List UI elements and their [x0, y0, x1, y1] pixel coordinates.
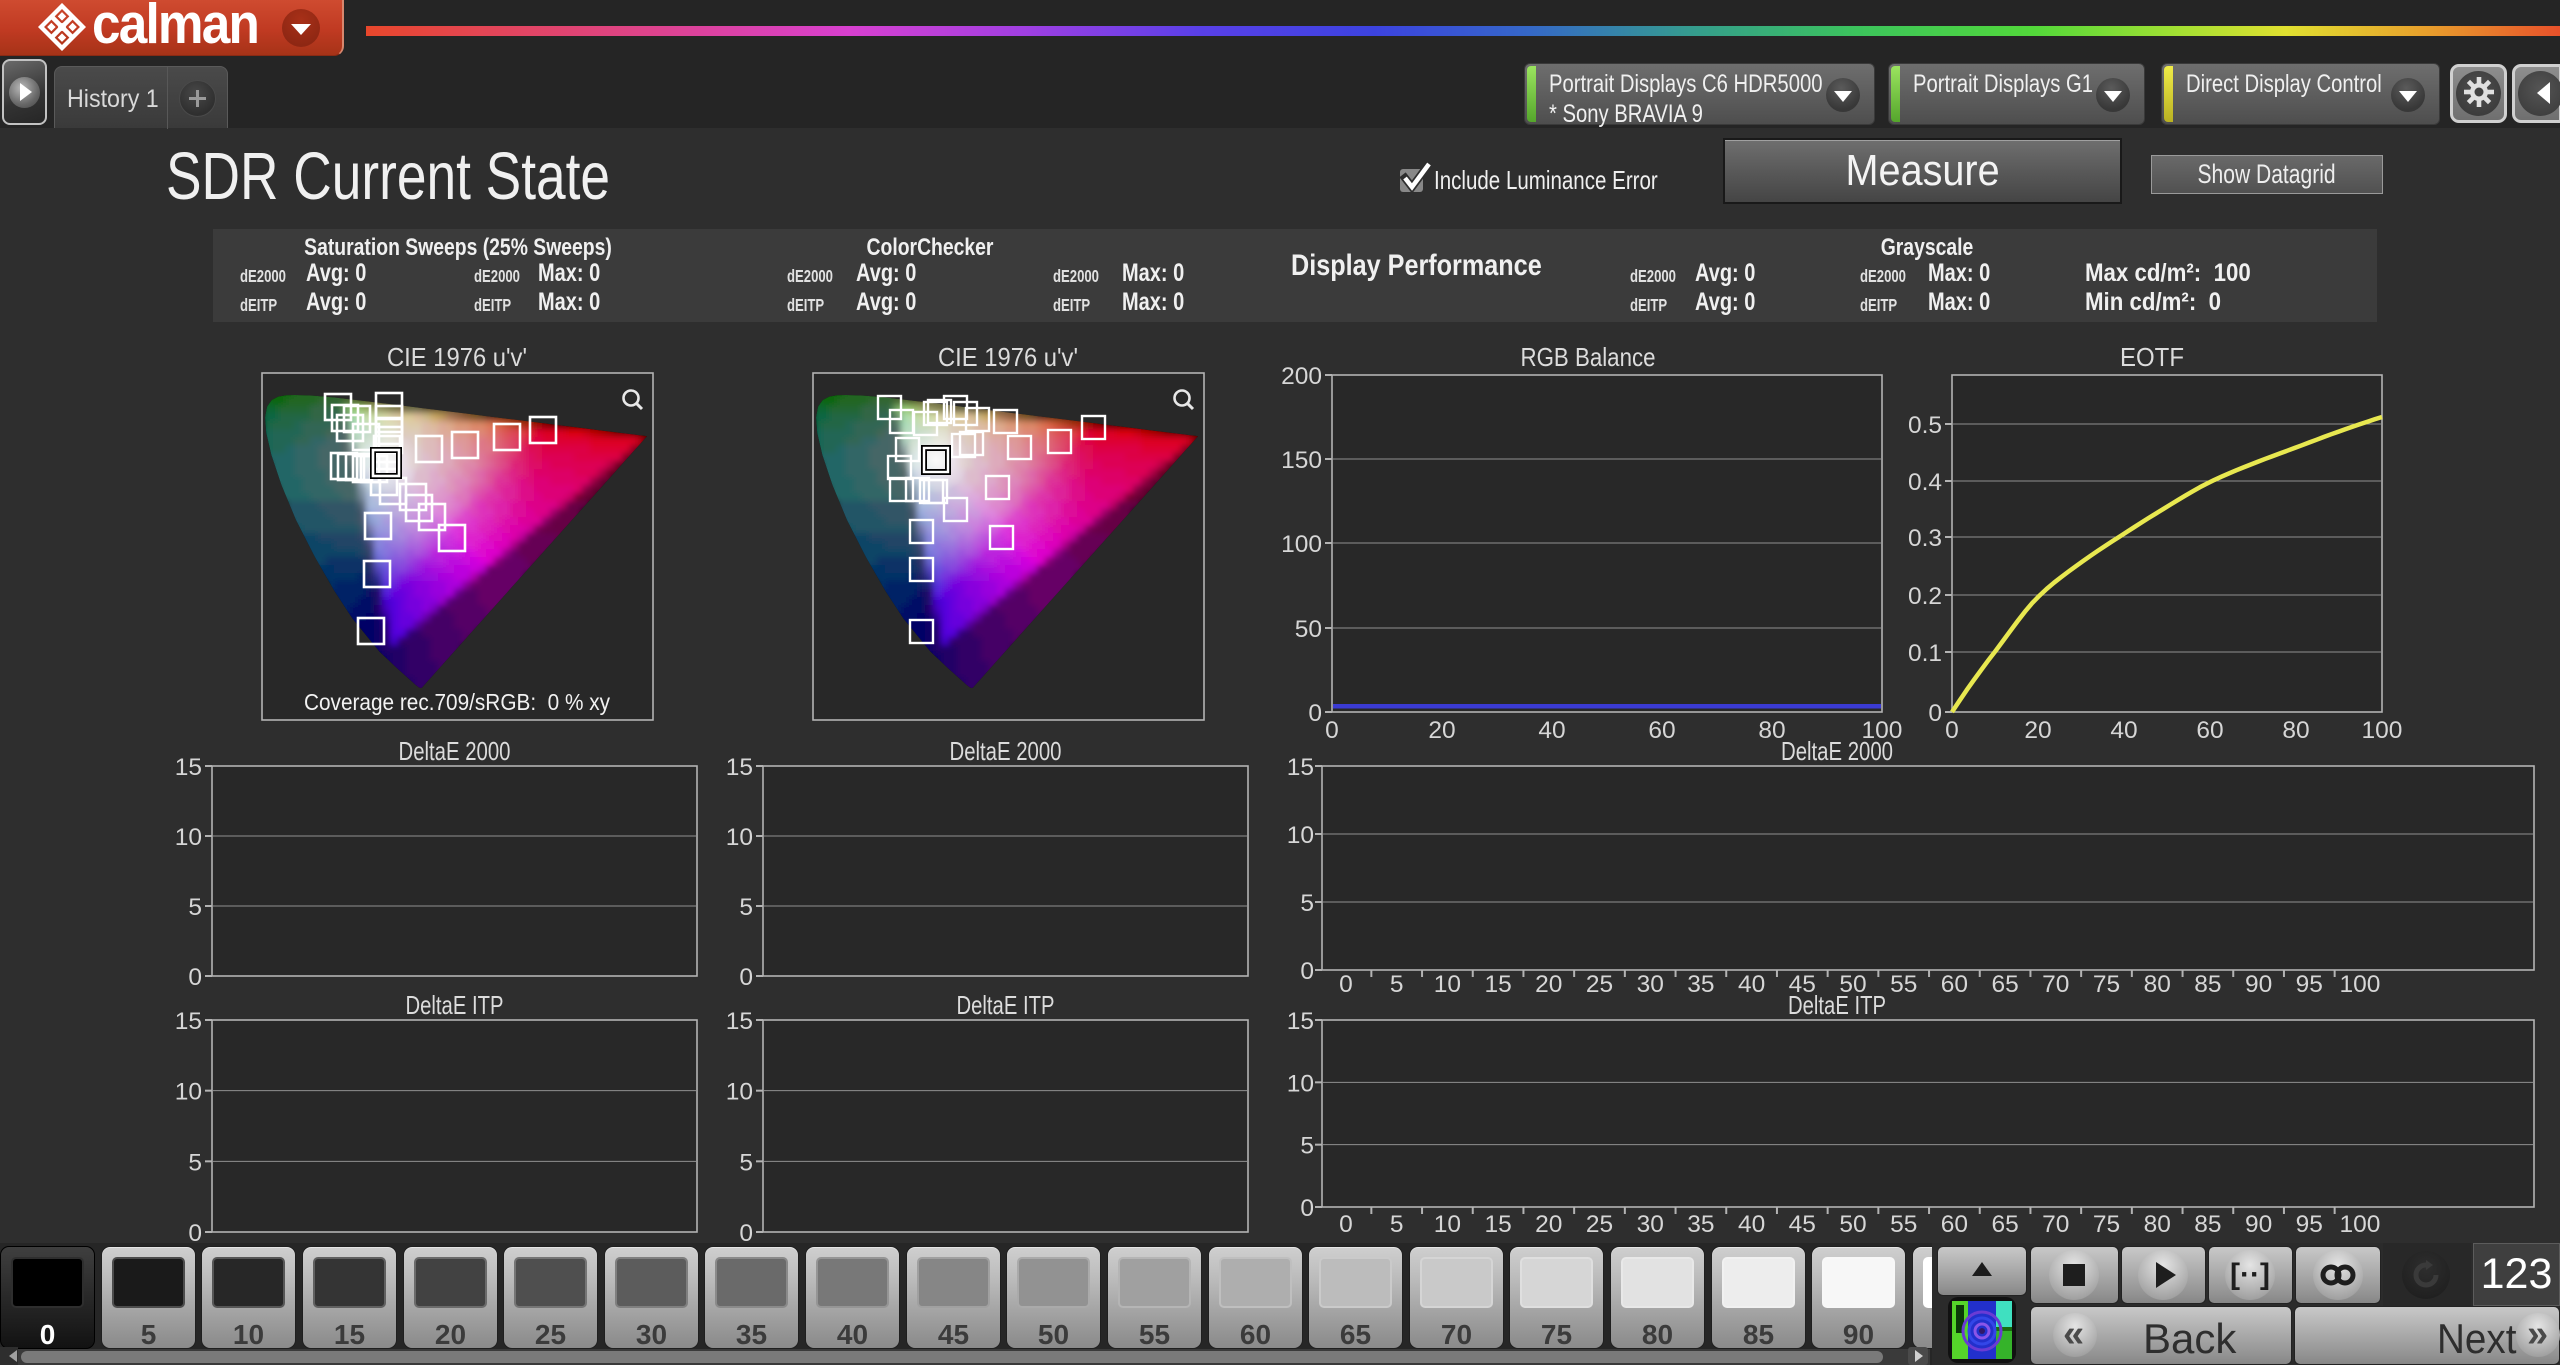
svg-text:15: 15 — [1287, 754, 1314, 781]
svg-text:30: 30 — [1637, 971, 1664, 998]
svg-text:5: 5 — [1390, 1211, 1404, 1238]
svg-text:10: 10 — [1287, 822, 1314, 849]
svg-text:55: 55 — [1890, 971, 1917, 998]
svg-text:20: 20 — [2024, 717, 2051, 744]
svg-text:10: 10 — [1434, 1211, 1461, 1238]
svg-text:15: 15 — [175, 754, 202, 781]
svg-text:15: 15 — [1484, 971, 1511, 998]
svg-text:0: 0 — [1308, 700, 1322, 727]
svg-text:80: 80 — [2144, 1211, 2171, 1238]
svg-text:65: 65 — [1991, 971, 2018, 998]
svg-text:0: 0 — [1300, 1195, 1314, 1222]
svg-text:10: 10 — [1287, 1070, 1314, 1097]
svg-text:40: 40 — [1738, 971, 1765, 998]
svg-text:15: 15 — [1287, 1008, 1314, 1035]
svg-text:35: 35 — [1687, 971, 1714, 998]
svg-text:EOTF: EOTF — [2120, 342, 2184, 372]
svg-text:5: 5 — [739, 894, 753, 921]
svg-text:20: 20 — [1428, 717, 1455, 744]
svg-text:10: 10 — [175, 824, 202, 851]
svg-text:100: 100 — [2340, 1211, 2381, 1238]
svg-text:0: 0 — [188, 964, 202, 991]
svg-text:5: 5 — [1300, 1133, 1314, 1160]
svg-text:0: 0 — [1325, 717, 1339, 744]
svg-text:0: 0 — [1945, 717, 1959, 744]
svg-text:0.1: 0.1 — [1908, 640, 1942, 667]
svg-text:0: 0 — [1339, 1211, 1353, 1238]
svg-text:150: 150 — [1281, 447, 1322, 474]
svg-text:15: 15 — [726, 754, 753, 781]
svg-text:85: 85 — [2194, 1211, 2221, 1238]
svg-text:0.3: 0.3 — [1908, 525, 1942, 552]
svg-text:DeltaE 2000: DeltaE 2000 — [950, 736, 1062, 766]
svg-text:75: 75 — [2093, 971, 2120, 998]
svg-text:DeltaE ITP: DeltaE ITP — [406, 990, 504, 1020]
svg-text:0.4: 0.4 — [1908, 469, 1942, 496]
svg-text:60: 60 — [2196, 717, 2223, 744]
svg-text:0: 0 — [1339, 971, 1353, 998]
svg-text:15: 15 — [726, 1008, 753, 1035]
svg-text:90: 90 — [2245, 971, 2272, 998]
svg-text:40: 40 — [1738, 1211, 1765, 1238]
svg-text:40: 40 — [1538, 717, 1565, 744]
svg-text:65: 65 — [1991, 1211, 2018, 1238]
svg-text:30: 30 — [1637, 1211, 1664, 1238]
svg-text:25: 25 — [1586, 1211, 1613, 1238]
svg-text:5: 5 — [188, 894, 202, 921]
svg-text:0: 0 — [1928, 700, 1942, 727]
svg-text:0: 0 — [1300, 958, 1314, 985]
svg-text:5: 5 — [1390, 971, 1404, 998]
svg-text:95: 95 — [2296, 1211, 2323, 1238]
svg-text:20: 20 — [1535, 971, 1562, 998]
svg-text:60: 60 — [1941, 1211, 1968, 1238]
svg-text:DeltaE 2000: DeltaE 2000 — [1781, 736, 1893, 766]
svg-text:35: 35 — [1687, 1211, 1714, 1238]
svg-text:75: 75 — [2093, 1211, 2120, 1238]
svg-text:25: 25 — [1586, 971, 1613, 998]
svg-text:85: 85 — [2194, 971, 2221, 998]
svg-text:100: 100 — [1281, 531, 1322, 558]
svg-text:50: 50 — [1295, 616, 1322, 643]
svg-text:15: 15 — [1484, 1211, 1511, 1238]
svg-text:RGB Balance: RGB Balance — [1521, 342, 1656, 372]
svg-text:70: 70 — [2042, 971, 2069, 998]
svg-text:5: 5 — [1300, 890, 1314, 917]
svg-text:DeltaE ITP: DeltaE ITP — [957, 990, 1055, 1020]
svg-text:Coverage rec.709/sRGB: 0 % xy: Coverage rec.709/sRGB: 0 % xy — [304, 689, 610, 715]
svg-text:60: 60 — [1941, 971, 1968, 998]
svg-text:80: 80 — [2144, 971, 2171, 998]
svg-text:CIE 1976 u'v': CIE 1976 u'v' — [938, 342, 1078, 372]
svg-text:0.2: 0.2 — [1908, 583, 1942, 610]
svg-text:5: 5 — [188, 1149, 202, 1176]
svg-text:80: 80 — [2282, 717, 2309, 744]
svg-text:50: 50 — [1839, 1211, 1866, 1238]
svg-text:10: 10 — [175, 1079, 202, 1106]
svg-text:100: 100 — [2340, 971, 2381, 998]
svg-text:5: 5 — [739, 1149, 753, 1176]
svg-text:95: 95 — [2296, 971, 2323, 998]
svg-text:0: 0 — [739, 964, 753, 991]
svg-text:60: 60 — [1648, 717, 1675, 744]
svg-text:0.5: 0.5 — [1908, 412, 1942, 439]
svg-text:10: 10 — [1434, 971, 1461, 998]
svg-text:200: 200 — [1281, 363, 1322, 390]
svg-text:10: 10 — [726, 824, 753, 851]
svg-text:DeltaE ITP: DeltaE ITP — [1788, 990, 1886, 1020]
svg-text:DeltaE 2000: DeltaE 2000 — [399, 736, 511, 766]
svg-text:20: 20 — [1535, 1211, 1562, 1238]
svg-text:45: 45 — [1789, 1211, 1816, 1238]
svg-text:90: 90 — [2245, 1211, 2272, 1238]
svg-text:CIE 1976 u'v': CIE 1976 u'v' — [387, 342, 527, 372]
svg-text:10: 10 — [726, 1079, 753, 1106]
svg-text:70: 70 — [2042, 1211, 2069, 1238]
svg-text:15: 15 — [175, 1008, 202, 1035]
svg-text:100: 100 — [2362, 717, 2403, 744]
svg-text:40: 40 — [2110, 717, 2137, 744]
svg-text:55: 55 — [1890, 1211, 1917, 1238]
